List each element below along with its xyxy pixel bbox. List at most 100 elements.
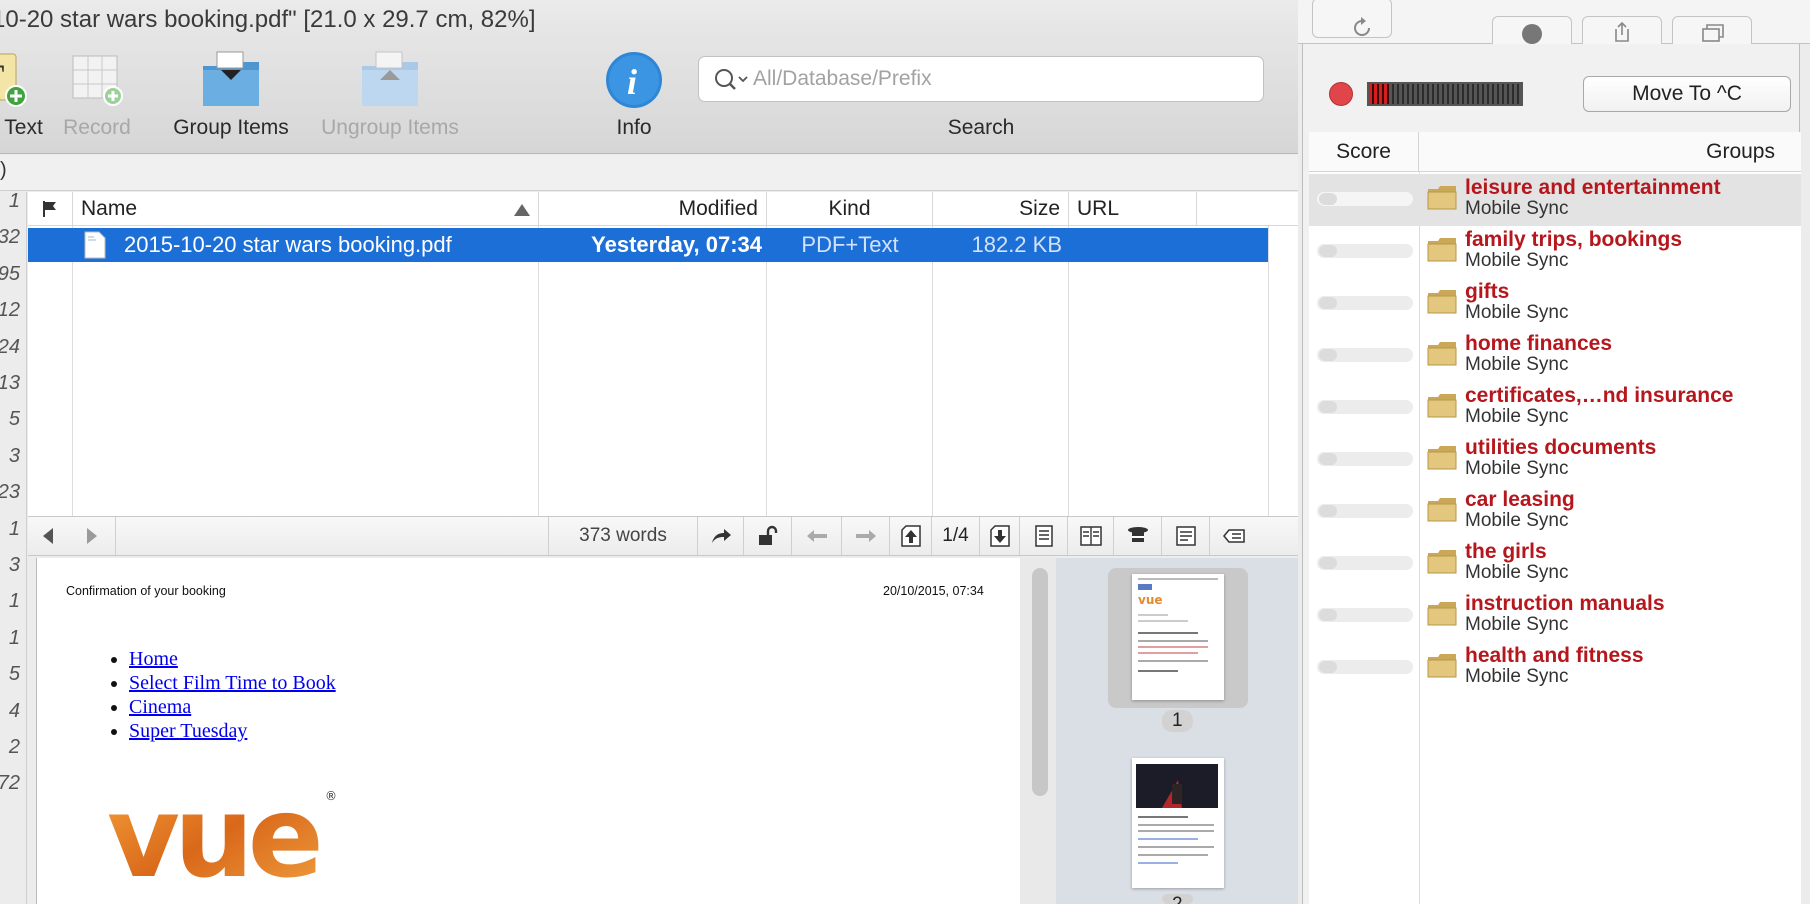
- ungroup-folder-icon: [362, 51, 418, 106]
- info-button[interactable]: i Info: [594, 44, 674, 154]
- group-database: Mobile Sync: [1465, 666, 1569, 687]
- score-knob: [1319, 401, 1337, 413]
- score-knob: [1319, 453, 1337, 465]
- record-button[interactable]: Record: [62, 44, 132, 154]
- group-items-button[interactable]: Group Items: [166, 44, 296, 154]
- level-meter-empty: [1388, 84, 1521, 104]
- group-row[interactable]: utilities documents Mobile Sync: [1309, 434, 1801, 486]
- group-row[interactable]: family trips, bookings Mobile Sync: [1309, 226, 1801, 278]
- score-knob: [1319, 245, 1337, 257]
- group-database: Mobile Sync: [1465, 302, 1569, 323]
- gutter-count: 4: [8, 699, 20, 722]
- forward-button[interactable]: [68, 517, 116, 555]
- panel-body: Move To ^C Score Groups leisure and ente…: [1302, 44, 1801, 904]
- doc-link-select-film[interactable]: Select Film Time to Book: [129, 672, 336, 694]
- level-meter-fill: [1369, 84, 1389, 104]
- next-page-button[interactable]: [980, 517, 1020, 555]
- search-input[interactable]: [753, 63, 1253, 95]
- score-knob: [1319, 193, 1337, 205]
- page-thumbnails: vue 1: [1056, 558, 1298, 904]
- score-knob: [1319, 609, 1337, 621]
- column-flag[interactable]: [28, 192, 73, 226]
- ungroup-items-button[interactable]: Ungroup Items: [310, 44, 470, 154]
- group-name: utilities documents: [1465, 436, 1657, 459]
- thumbnail-label-1: 1: [1162, 710, 1193, 732]
- column-modified[interactable]: Modified: [539, 192, 767, 226]
- doc-link-home[interactable]: Home: [129, 648, 178, 670]
- search-label: Search: [947, 116, 1015, 139]
- table-row[interactable]: 2015-10-20 star wars booking.pdf Yesterd…: [28, 228, 1268, 262]
- preview-scrollbar[interactable]: [1032, 568, 1048, 796]
- tag-button[interactable]: [1210, 517, 1258, 555]
- new-text-label: n Text: [0, 116, 43, 139]
- two-page-view-button[interactable]: [1068, 517, 1114, 555]
- groups-header: Score Groups: [1309, 132, 1801, 172]
- lock-button[interactable]: [744, 517, 792, 555]
- group-name: health and fitness: [1465, 644, 1644, 667]
- column-name[interactable]: Name: [73, 192, 539, 226]
- score-knob: [1319, 349, 1337, 361]
- group-row[interactable]: leisure and entertainment Mobile Sync: [1309, 174, 1801, 226]
- column-groups[interactable]: Groups: [1419, 132, 1799, 172]
- page-preview-image: vue: [1138, 578, 1218, 672]
- group-folder-icon: [203, 51, 259, 106]
- group-row[interactable]: health and fitness Mobile Sync: [1309, 642, 1801, 694]
- row-url: [1076, 228, 1256, 262]
- column-score[interactable]: Score: [1309, 132, 1419, 172]
- group-row[interactable]: instruction manuals Mobile Sync: [1309, 590, 1801, 642]
- group-database: Mobile Sync: [1465, 406, 1569, 427]
- download-circle-icon: [1522, 24, 1542, 44]
- background-toolbar-button[interactable]: [1312, 0, 1392, 38]
- window-title: 10-20 star wars booking.pdf" [21.0 x 29.…: [0, 6, 536, 33]
- list-item: Select Film Time to Book: [129, 672, 336, 695]
- arrow-left-icon: [806, 530, 827, 542]
- gutter-count: 1: [8, 590, 20, 613]
- column-kind[interactable]: Kind: [767, 192, 933, 226]
- group-row[interactable]: car leasing Mobile Sync: [1309, 486, 1801, 538]
- page-preview-image: [1136, 764, 1218, 864]
- previous-item-button[interactable]: [792, 517, 842, 555]
- gutter-count: 12: [0, 299, 20, 322]
- search-field[interactable]: [698, 56, 1264, 102]
- score-bar: [1317, 192, 1413, 206]
- doc-link-super-tuesday[interactable]: Super Tuesday: [129, 720, 247, 742]
- score-bar: [1317, 348, 1413, 362]
- next-item-button[interactable]: [842, 517, 890, 555]
- group-row[interactable]: certificates,…nd insurance Mobile Sync: [1309, 382, 1801, 434]
- group-row[interactable]: gifts Mobile Sync: [1309, 278, 1801, 330]
- record-indicator[interactable]: [1329, 82, 1353, 106]
- folder-icon: [1427, 238, 1457, 262]
- gutter-count: 13: [0, 372, 20, 394]
- doc-link-cinema[interactable]: Cinema: [129, 696, 191, 718]
- score-bar: [1317, 244, 1413, 258]
- gutter-count: 95: [0, 262, 20, 285]
- new-text-button[interactable]: T n Text: [0, 44, 60, 154]
- doc-nav-links: Home Select Film Time to Book Cinema Sup…: [129, 648, 336, 744]
- title-bar: 10-20 star wars booking.pdf" [21.0 x 29.…: [0, 0, 1298, 44]
- annotation-button[interactable]: [1162, 517, 1210, 555]
- magic-hat-button[interactable]: [1114, 517, 1162, 555]
- document-preview[interactable]: Confirmation of your booking 20/10/2015,…: [36, 558, 1020, 904]
- share-button[interactable]: [698, 517, 744, 555]
- column-url[interactable]: URL: [1069, 192, 1197, 226]
- row-name: 2015-10-20 star wars booking.pdf: [124, 232, 452, 257]
- svg-text:vue: vue: [1138, 593, 1163, 607]
- score-bar: [1317, 400, 1413, 414]
- previous-page-button[interactable]: [890, 517, 932, 555]
- move-to-button[interactable]: Move To ^C: [1583, 76, 1791, 112]
- svg-text:i: i: [627, 62, 637, 102]
- sort-ascending-icon: [514, 204, 530, 216]
- text-view-button[interactable]: [1020, 517, 1068, 555]
- triangle-right-icon: [86, 528, 97, 544]
- back-button[interactable]: [28, 517, 68, 555]
- thumbnail-page-2[interactable]: [1132, 758, 1224, 888]
- score-bar: [1317, 660, 1413, 674]
- group-row[interactable]: home finances Mobile Sync: [1309, 330, 1801, 382]
- thumbnail-page-1[interactable]: vue: [1132, 574, 1224, 700]
- folder-icon: [1427, 446, 1457, 470]
- gutter-count: 23: [0, 481, 20, 504]
- path-bar: ): [0, 155, 1298, 191]
- group-name: car leasing: [1465, 488, 1575, 511]
- column-size[interactable]: Size: [933, 192, 1069, 226]
- group-row[interactable]: the girls Mobile Sync: [1309, 538, 1801, 590]
